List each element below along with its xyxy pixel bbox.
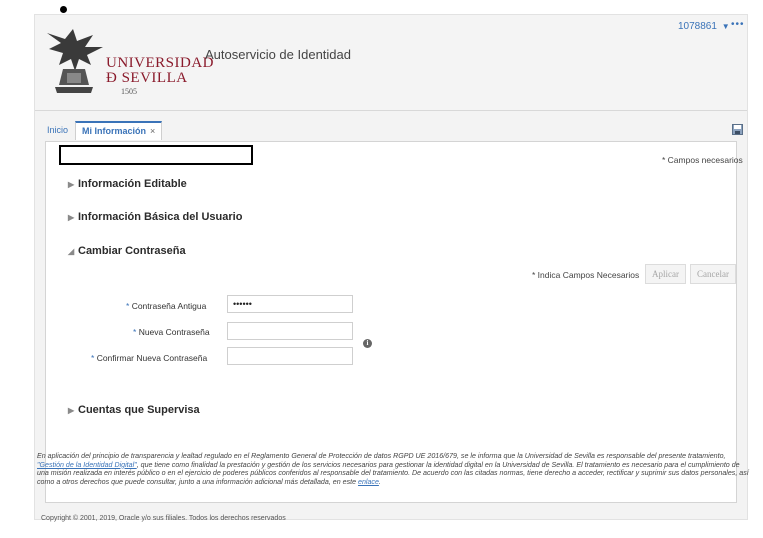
confirm-password-label: * Confirmar Nueva Contraseña [91, 353, 208, 363]
section-cuentas-supervisa[interactable]: ▶ Cuentas que Supervisa [68, 404, 200, 416]
more-options-icon[interactable]: ••• [731, 19, 745, 30]
copyright-text: Copyright © 2001, 2019, Oracle y/o sus f… [41, 515, 286, 522]
section-title: Cuentas que Supervisa [78, 404, 200, 416]
main-panel: * Campos necesarios ▶ Información Editabl… [45, 141, 743, 503]
identity-link[interactable]: "Gestión de la Identidad Digital" [37, 461, 137, 469]
chevron-down-icon: ▼ [721, 22, 730, 31]
expand-arrow-icon: ▶ [68, 180, 75, 189]
new-password-label: * Nueva Contraseña [133, 327, 210, 337]
user-id: 1078861 [678, 21, 717, 32]
more-info-link[interactable]: enlace [358, 478, 379, 486]
section-title: Cambiar Contraseña [78, 245, 186, 257]
new-password-input[interactable] [227, 322, 353, 340]
confirm-password-input[interactable] [227, 347, 353, 365]
expand-arrow-icon: ▶ [68, 406, 75, 415]
required-fields-note: * Campos necesarios [662, 155, 743, 165]
collapse-arrow-icon: ◢ [68, 247, 75, 256]
university-logo[interactable]: UNIVERSIDAD Ð SEVILLA 1505 [45, 25, 214, 96]
required-indicator-text: * Indica Campos Necesarios [532, 270, 640, 280]
redacted-box [59, 145, 253, 165]
apply-button[interactable]: Aplicar [645, 264, 686, 284]
privacy-notice: En aplicación del principio de transpare… [37, 452, 749, 486]
close-icon[interactable]: × [150, 126, 155, 136]
old-password-input[interactable]: •••••• [227, 295, 353, 313]
cancel-button[interactable]: Cancelar [690, 264, 736, 284]
info-icon[interactable]: i [363, 339, 372, 348]
tab-bar: Inicio Mi Información × [35, 121, 747, 141]
tab-inicio[interactable]: Inicio [47, 125, 68, 135]
app-title: Autoservicio de Identidad [205, 47, 351, 62]
old-password-label: * Contraseña Antigua [126, 301, 207, 311]
griffin-emblem-icon [47, 29, 103, 93]
tab-mi-informacion-label: Mi Información [82, 126, 147, 136]
logo-year-text: 1505 [121, 87, 137, 96]
logo-sevilla-text: Ð SEVILLA [106, 70, 188, 86]
tab-mi-informacion[interactable]: Mi Información × [75, 121, 163, 140]
section-title: Información Editable [78, 178, 187, 190]
section-title: Información Básica del Usuario [78, 211, 243, 223]
marker-dot [60, 6, 67, 13]
section-informacion-editable[interactable]: ▶ Información Editable [68, 178, 187, 190]
app-frame: UNIVERSIDAD Ð SEVILLA 1505 Autoservicio … [34, 14, 749, 522]
section-cambiar-contrasena[interactable]: ◢ Cambiar Contraseña [68, 245, 186, 257]
section-informacion-basica[interactable]: ▶ Información Básica del Usuario [68, 211, 242, 223]
user-menu[interactable]: 1078861 ▼ [678, 21, 730, 32]
save-icon[interactable] [732, 124, 743, 135]
expand-arrow-icon: ▶ [68, 213, 75, 222]
page-header: UNIVERSIDAD Ð SEVILLA 1505 Autoservicio … [35, 15, 747, 111]
